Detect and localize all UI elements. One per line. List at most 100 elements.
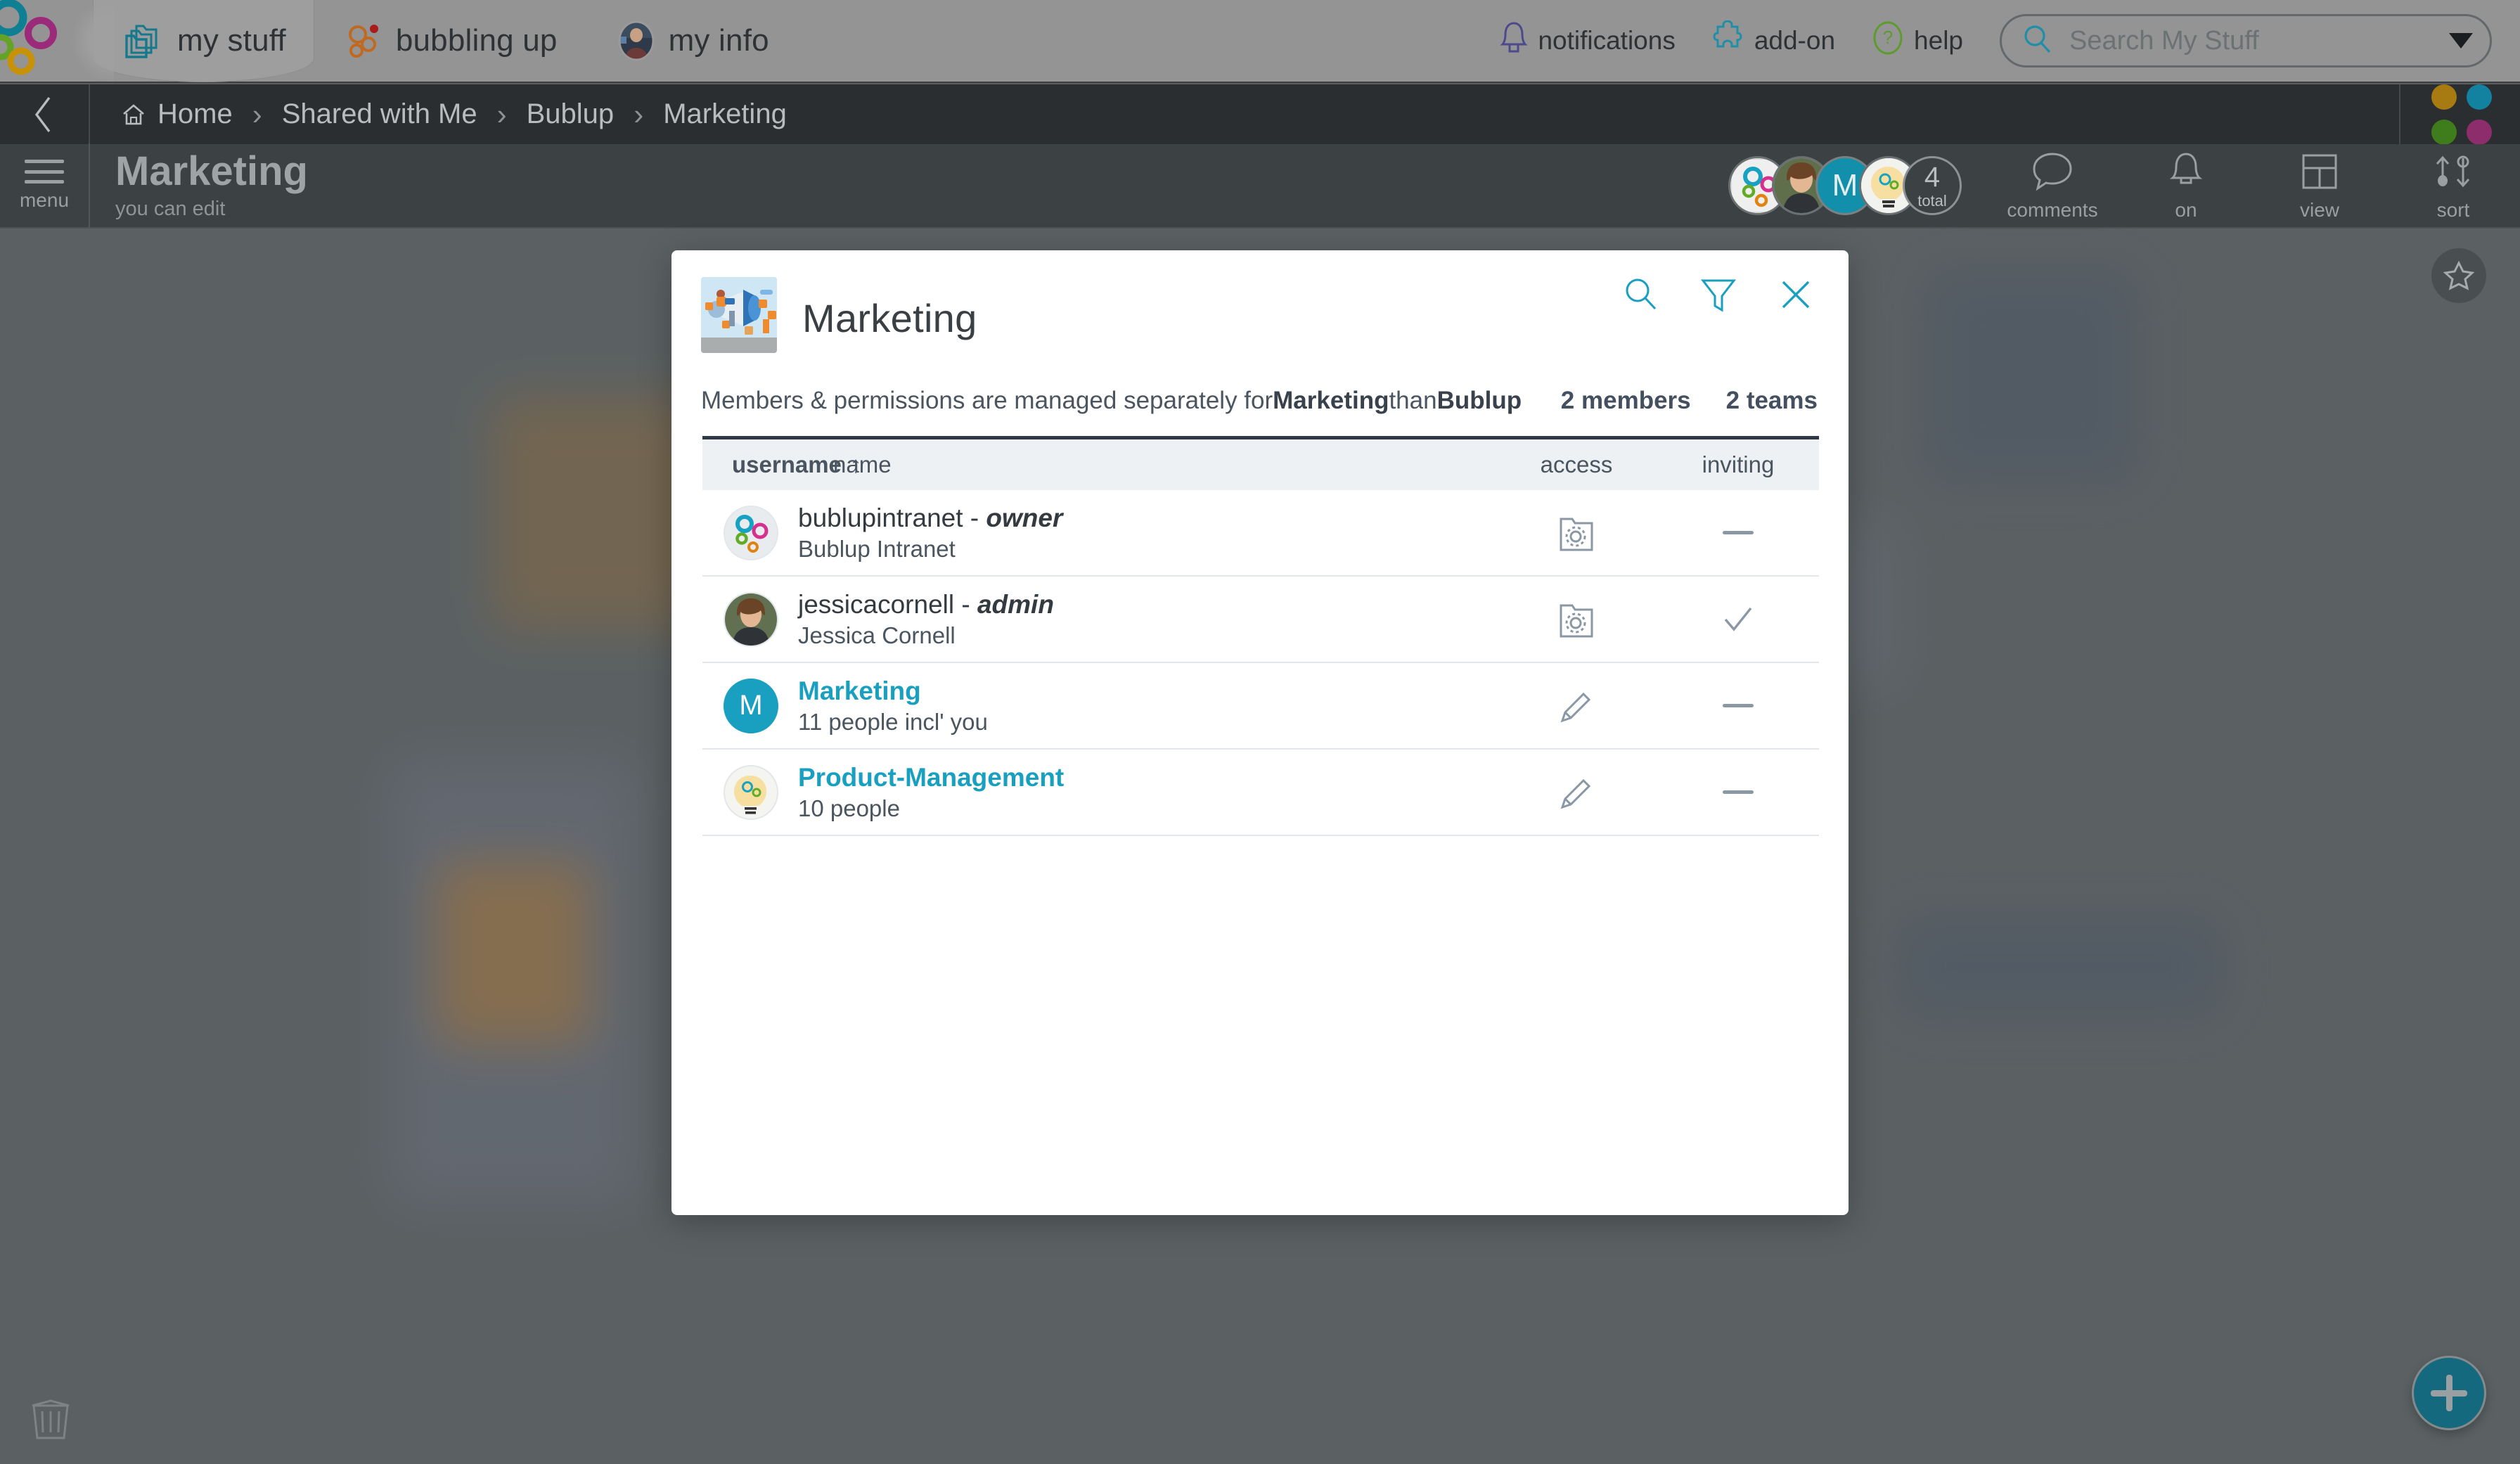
row-access-cell[interactable] [1496, 772, 1657, 813]
folder-title-group: Marketing you can edit [90, 150, 308, 221]
breadcrumb-item-shared-with-me[interactable]: Shared with Me [278, 98, 482, 130]
folder-gear-icon [1560, 604, 1593, 637]
chevron-down-icon[interactable] [2449, 33, 2473, 49]
row-name: Bublup Intranet [798, 535, 956, 562]
row-separator: - [963, 503, 986, 532]
checkmark-icon [1724, 607, 1752, 631]
column-header-inviting[interactable]: inviting [1657, 451, 1819, 478]
sort-arrows-icon [2436, 155, 2470, 188]
total-count-label: total [1917, 191, 1947, 210]
trash-button[interactable] [24, 1390, 77, 1447]
breadcrumb-bar: Home › Shared with Me › Bublup › Marketi… [0, 84, 2520, 145]
breadcrumb-item-marketing[interactable]: Marketing [659, 98, 791, 130]
tab-my-info-label: my info [668, 23, 769, 58]
notifications-toggle-label: on [2175, 199, 2197, 221]
total-count-number: 4 [1924, 161, 1941, 193]
row-access-cell[interactable] [1496, 598, 1657, 641]
tab-my-info[interactable]: my info [586, 0, 797, 82]
tab-bubbling-up-label: bubbling up [395, 23, 558, 58]
modal-description: Members & permissions are managed separa… [671, 353, 1849, 415]
user-avatar-icon [617, 20, 656, 62]
folder-gear-icon [1560, 518, 1593, 551]
notifications-toggle-button[interactable]: on [2119, 143, 2253, 228]
back-button[interactable] [0, 84, 90, 144]
breadcrumb-label-home: Home [158, 98, 233, 129]
menu-button[interactable]: menu [0, 143, 90, 228]
row-username: jessicacornell - admin [798, 590, 1054, 619]
note-folder-name: Marketing [1273, 387, 1389, 414]
note-prefix: Members & permissions are managed separa… [701, 387, 1273, 414]
page-title: Marketing [115, 148, 308, 195]
breadcrumb-label-shared: Shared with Me [281, 98, 477, 129]
row-separator: - [954, 589, 977, 619]
row-text: jessicacornell - admin Jessica Cornell [798, 590, 1054, 649]
note-middle: than [1389, 387, 1437, 414]
tab-bubbling-up[interactable]: bubbling up [314, 0, 586, 82]
members-table: username ↑ name access inviting bublupin… [702, 436, 1819, 836]
add-button[interactable] [2412, 1356, 2486, 1430]
tab-my-stuff[interactable]: my stuff [72, 0, 314, 82]
row-access-cell[interactable] [1496, 512, 1657, 554]
row-team-name-link[interactable]: Product-Management [798, 763, 1064, 792]
menu-label: menu [19, 189, 70, 211]
table-row[interactable]: M Marketing 11 people incl' you [702, 663, 1819, 750]
row-username-text: bublupintranet [798, 503, 963, 532]
modal-title: Marketing [802, 296, 977, 340]
view-label: view [2299, 199, 2339, 221]
bell-icon [2169, 153, 2203, 184]
comments-label: comments [2007, 199, 2098, 221]
add-on-button[interactable]: add-on [1694, 19, 1853, 62]
marketing-folder-thumbnail [701, 277, 777, 353]
search-input[interactable] [2069, 25, 2434, 56]
comment-bubble-icon [2033, 153, 2072, 191]
search-icon[interactable] [1619, 273, 1663, 316]
table-header-row: username ↑ name access inviting [702, 439, 1819, 490]
color-dots-button[interactable] [2399, 84, 2492, 145]
trash-can-icon [32, 1399, 70, 1439]
filter-icon[interactable] [1697, 273, 1740, 316]
notifications-button[interactable]: notifications [1481, 20, 1693, 63]
breadcrumb-label-bublup: Bublup [526, 98, 615, 129]
table-row[interactable]: jessicacornell - admin Jessica Cornell [702, 577, 1819, 663]
product-management-team-avatar [724, 764, 778, 820]
bell-icon [1500, 20, 1529, 63]
plus-icon-horizontal [2431, 1389, 2467, 1396]
total-members-count[interactable]: 4 total [1903, 156, 1962, 215]
top-nav-right-group: notifications add-on ? help [1481, 14, 2520, 68]
row-identity: jessicacornell - admin Jessica Cornell [702, 590, 1496, 649]
layout-grid-icon [2302, 154, 2337, 189]
table-row[interactable]: Product-Management 10 people [702, 750, 1819, 836]
dash-icon [1723, 790, 1754, 794]
breadcrumb-item-home[interactable]: Home [117, 98, 237, 130]
row-username: bublupintranet - owner [798, 503, 1062, 533]
favorite-button[interactable] [2431, 248, 2486, 303]
breadcrumb-separator: › [496, 97, 507, 131]
row-text: Product-Management 10 people [798, 763, 1064, 822]
notifications-label: notifications [1538, 26, 1676, 55]
team-initial: M [739, 690, 763, 721]
column-header-name[interactable]: name [805, 451, 1496, 478]
column-header-access[interactable]: access [1496, 451, 1657, 478]
view-button[interactable]: view [2253, 143, 2386, 228]
sort-label: sort [2436, 199, 2470, 221]
comments-button[interactable]: comments [1986, 143, 2119, 228]
modal-action-group [1619, 273, 1818, 316]
help-button[interactable]: ? help [1853, 20, 1981, 63]
jessica-cornell-photo-avatar [724, 591, 778, 647]
row-team-name-link[interactable]: Marketing [798, 676, 988, 706]
search-icon [2021, 23, 2054, 59]
color-dot-green [2431, 119, 2457, 145]
top-navigation-bar: my stuff bubbling up my info notificatio… [0, 0, 2520, 83]
modal-header: Marketing [671, 250, 1849, 353]
search-box[interactable] [2000, 14, 2492, 68]
breadcrumb-item-bublup[interactable]: Bublup [522, 98, 619, 130]
help-label: help [1914, 26, 1963, 55]
row-access-cell[interactable] [1496, 686, 1657, 726]
breadcrumb-label-marketing: Marketing [663, 98, 787, 129]
table-row[interactable]: bublupintranet - owner Bublup Intranet [702, 490, 1819, 577]
sort-button[interactable]: sort [2386, 143, 2520, 228]
close-icon[interactable] [1774, 273, 1818, 316]
column-header-username[interactable]: username ↑ [702, 451, 861, 478]
row-inviting-cell [1657, 704, 1819, 707]
avatar-stack[interactable]: M 4 total [1728, 156, 1986, 215]
